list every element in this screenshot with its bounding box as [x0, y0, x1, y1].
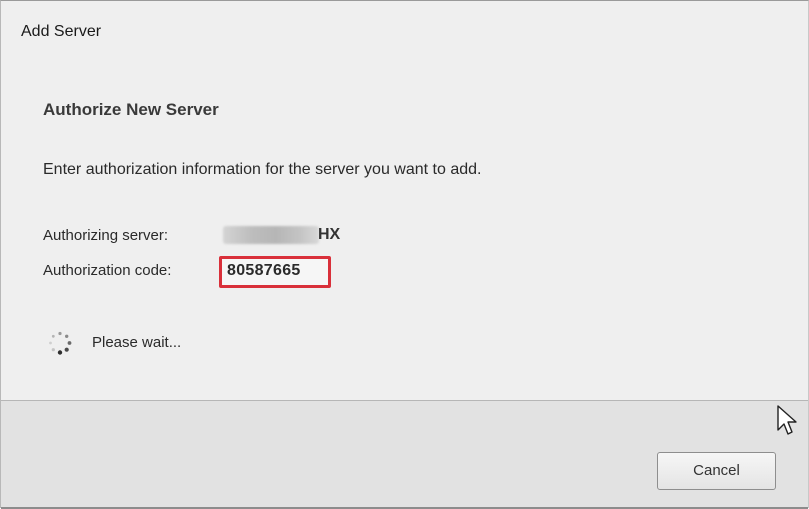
- authorizing-server-value: HX: [318, 226, 341, 243]
- window-title: Add Server: [21, 23, 102, 40]
- status-text: Please wait...: [92, 334, 182, 351]
- cancel-button[interactable]: Cancel: [657, 452, 776, 490]
- authorizing-server-label: Authorizing server:: [43, 227, 169, 244]
- authorization-code-label: Authorization code:: [43, 262, 172, 279]
- authorization-code-value: 80587665: [227, 262, 301, 279]
- page-heading: Authorize New Server: [43, 100, 219, 119]
- instruction-text: Enter authorization information for the …: [43, 161, 482, 178]
- add-server-dialog: Add Server Authorize New Server Enter au…: [0, 0, 809, 509]
- loading-spinner-icon: [49, 331, 72, 355]
- mouse-pointer-icon: [777, 405, 797, 435]
- dialog-content: Add Server Authorize New Server Enter au…: [1, 1, 808, 401]
- redacted-server-name: [223, 226, 319, 244]
